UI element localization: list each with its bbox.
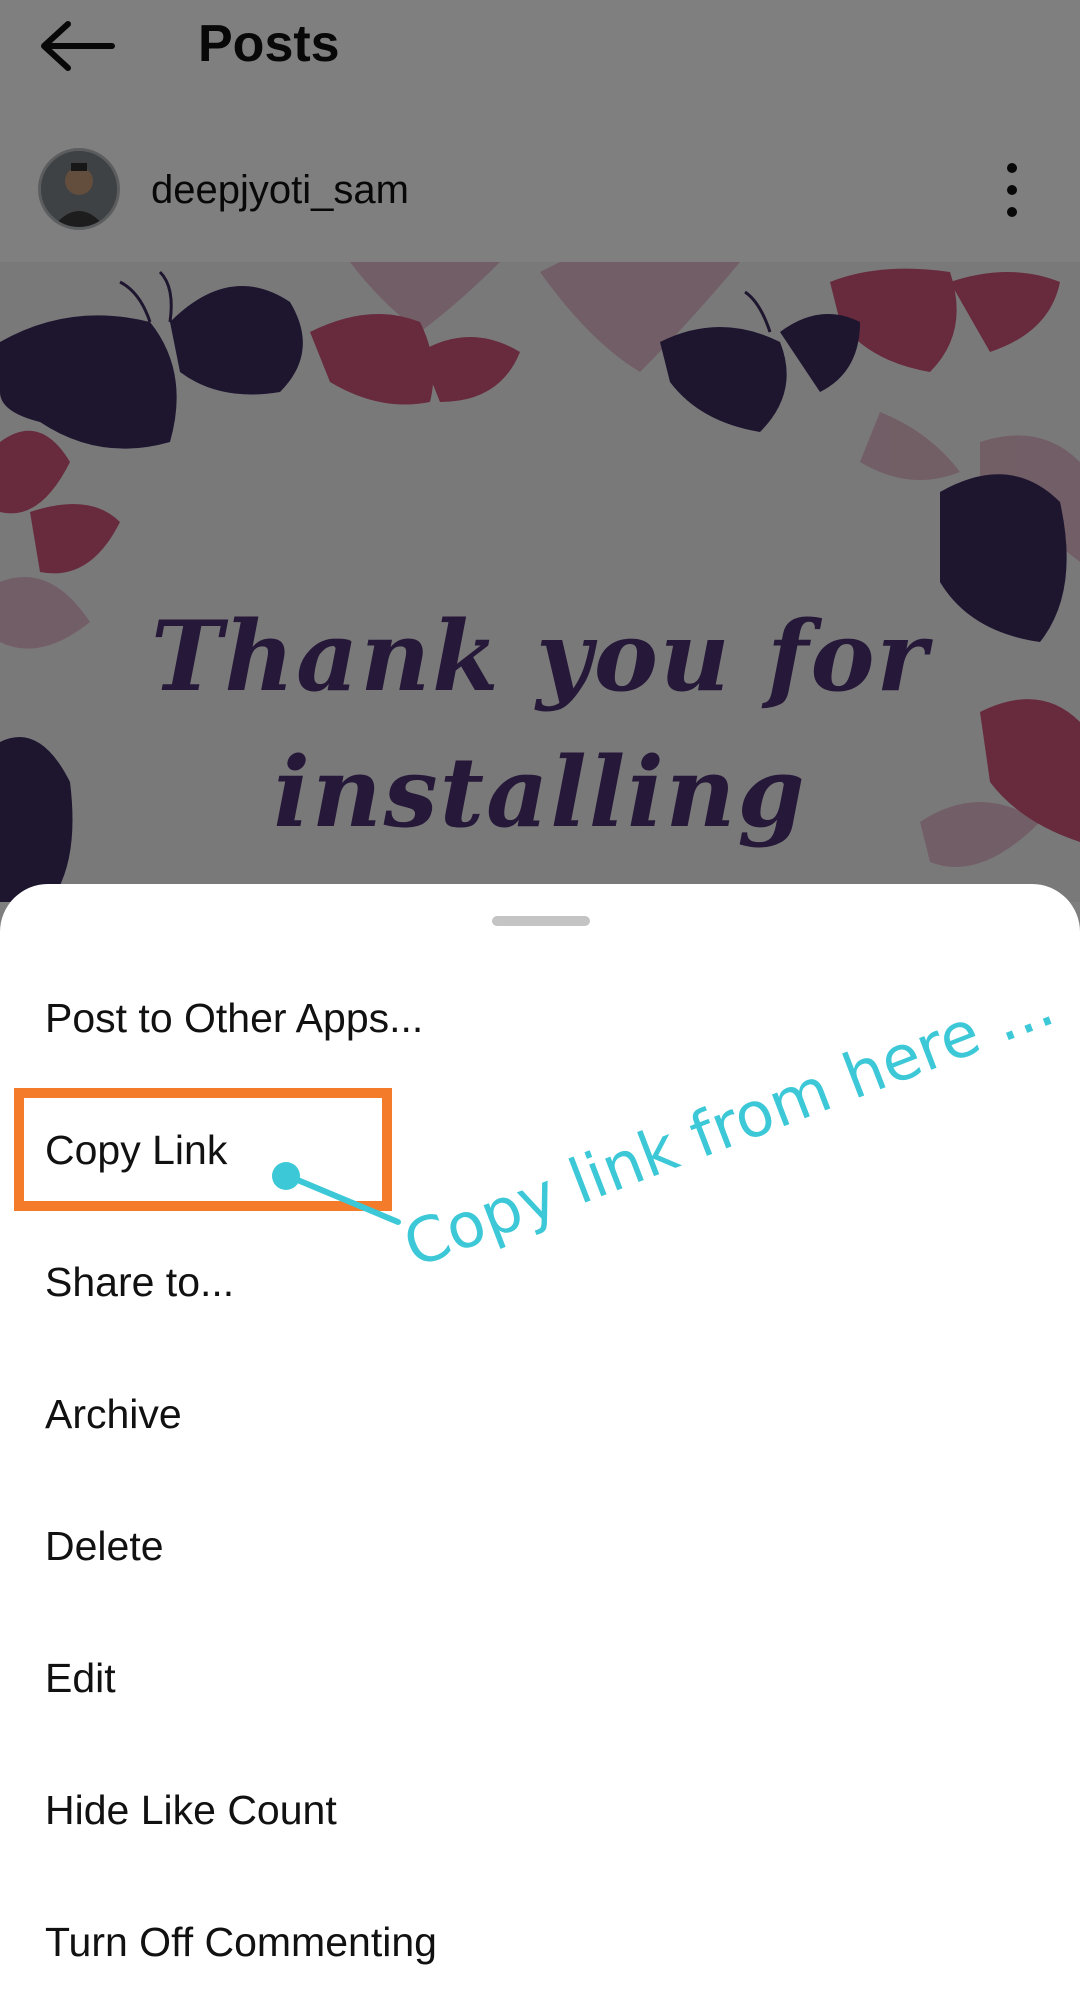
menu-item-label: Edit bbox=[45, 1655, 116, 1701]
menu-item-label: Hide Like Count bbox=[45, 1787, 337, 1833]
menu-item-label: Share to... bbox=[45, 1259, 235, 1305]
menu-item-delete[interactable]: Delete bbox=[0, 1482, 1080, 1614]
menu-item-share-to[interactable]: Share to... bbox=[0, 1218, 1080, 1350]
highlight-box bbox=[14, 1088, 392, 1211]
menu-item-label: Archive bbox=[45, 1391, 182, 1437]
menu-item-label: Delete bbox=[45, 1523, 164, 1569]
menu-item-label: Turn Off Commenting bbox=[45, 1919, 437, 1965]
menu-item-turn-off-commenting[interactable]: Turn Off Commenting bbox=[0, 1878, 1080, 2010]
drag-handle[interactable] bbox=[492, 916, 590, 926]
menu-item-hide-like-count[interactable]: Hide Like Count bbox=[0, 1746, 1080, 1878]
menu-item-label: Post to Other Apps... bbox=[45, 995, 424, 1041]
menu-item-edit[interactable]: Edit bbox=[0, 1614, 1080, 1746]
menu-item-archive[interactable]: Archive bbox=[0, 1350, 1080, 1482]
